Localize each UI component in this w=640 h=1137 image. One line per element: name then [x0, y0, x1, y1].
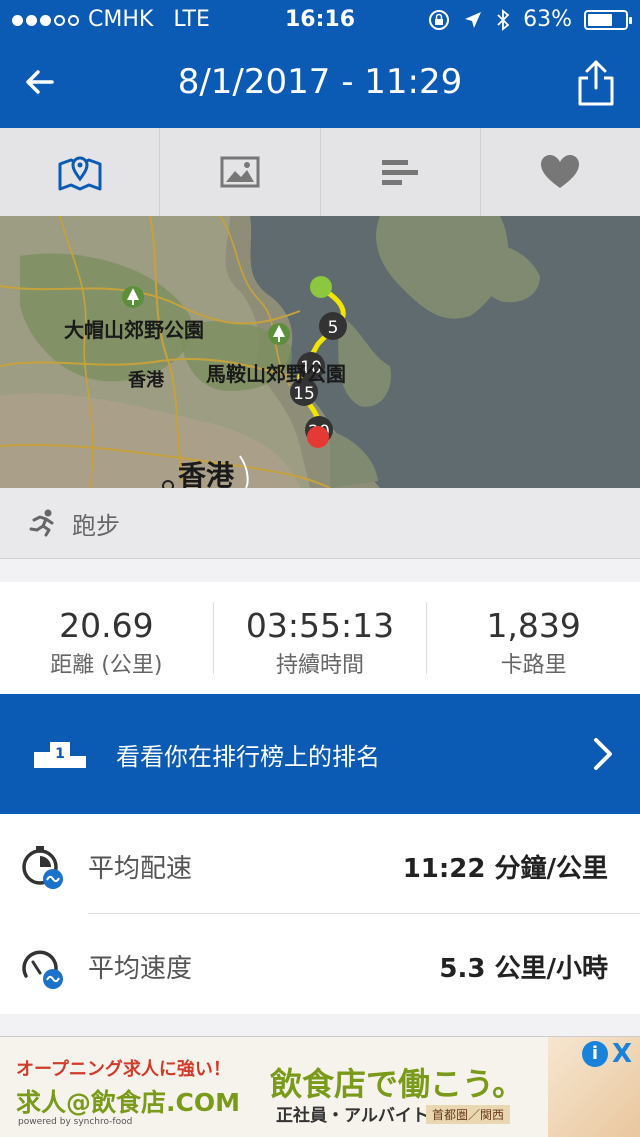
leaderboard-button[interactable]: 1 看看你在排行榜上的排名	[0, 694, 640, 814]
stat-value: 03:55:13	[245, 606, 395, 645]
map-label-city: 香港	[178, 459, 235, 488]
page-title: 8/1/2017 - 11:29	[177, 62, 463, 102]
metric-label: 平均速度	[88, 954, 193, 984]
metric-row-speed: 平均速度 5.3 公里/小時	[0, 914, 640, 1014]
stat-duration: 03:55:13 持續時間	[214, 602, 428, 678]
tab-map[interactable]	[0, 128, 161, 216]
share-icon[interactable]	[574, 58, 618, 108]
bars-icon	[382, 160, 419, 185]
start-marker	[310, 276, 332, 298]
location-arrow-icon	[465, 11, 482, 28]
metric-value: 11:22 分鐘/公里	[402, 854, 608, 884]
svg-text:1: 1	[55, 746, 65, 762]
tab-likes[interactable]	[481, 128, 640, 216]
stat-label: 卡路里	[500, 653, 567, 678]
podium-icon: 1	[34, 742, 86, 768]
map-label-park: 馬鞍山郊野公園	[206, 362, 346, 386]
tab-stats[interactable]	[321, 128, 481, 216]
svg-text:5: 5	[328, 318, 339, 338]
chevron-right-icon	[594, 738, 612, 770]
stat-label: 距離 (公里)	[50, 653, 163, 678]
activity-type-row[interactable]: 跑步	[0, 488, 640, 559]
status-bar: CMHK LTE 16:16 63%	[0, 0, 640, 40]
stat-distance: 20.69 距離 (公里)	[0, 602, 214, 678]
park-icon	[122, 286, 144, 308]
km-marker: 5	[319, 312, 347, 340]
leaderboard-text: 看看你在排行榜上的排名	[116, 742, 380, 771]
stat-value: 1,839	[486, 606, 581, 645]
park-icon	[268, 323, 290, 345]
summary-stats: 20.69 距離 (公里) 03:55:13 持續時間 1,839 卡路里	[0, 582, 640, 694]
stat-calories: 1,839 卡路里	[427, 602, 640, 678]
ad-brand: 求人@飲食店.COM	[16, 1088, 240, 1117]
nav-bar: 8/1/2017 - 11:29	[0, 40, 640, 128]
stopwatch-icon	[22, 846, 63, 889]
battery-percent: 63%	[523, 7, 572, 32]
stat-label: 持續時間	[276, 653, 365, 678]
stat-value: 20.69	[59, 606, 154, 645]
ad-text: オープニング求人に強い！	[16, 1059, 231, 1080]
ad-subline: 正社員・アルバイト	[276, 1106, 429, 1126]
metric-label: 平均配速	[88, 854, 193, 884]
map-pin-icon	[58, 156, 102, 191]
tab-photos[interactable]	[160, 128, 321, 216]
ad-tag: 首都圏／関西	[426, 1105, 511, 1124]
battery-icon	[584, 9, 632, 30]
map-label-park: 大帽山郊野公園	[64, 318, 204, 342]
ad-headline: 飲食店で働こう。	[270, 1065, 525, 1103]
route-map[interactable]: 5 10 15 20 大帽山郊野公園 馬鞍山郊野公園 香港 香港	[0, 216, 640, 488]
ad-powered-by: powered by synchro-food	[18, 1117, 133, 1127]
map-label-district: 香港	[128, 370, 164, 391]
speedometer-icon	[22, 950, 63, 989]
ad-info-icon[interactable]: i	[582, 1041, 608, 1067]
ad-banner[interactable]: オープニング求人に強い！ 求人@飲食店.COM powered by synch…	[0, 1036, 640, 1137]
end-marker	[307, 426, 329, 448]
svg-text:15: 15	[293, 384, 315, 404]
heart-icon	[541, 155, 580, 188]
running-icon	[29, 509, 54, 537]
rotation-lock-icon	[429, 9, 450, 30]
ad-close-icon[interactable]: X	[612, 1039, 632, 1069]
map-canvas: 5 10 15 20	[0, 216, 640, 488]
metric-row-pace: 平均配速 11:22 分鐘/公里	[0, 814, 640, 914]
bluetooth-icon	[497, 8, 510, 31]
activity-type-label: 跑步	[72, 511, 120, 540]
detail-tabs	[0, 128, 640, 217]
image-icon	[220, 156, 260, 188]
metric-value: 5.3 公里/小時	[439, 954, 608, 984]
